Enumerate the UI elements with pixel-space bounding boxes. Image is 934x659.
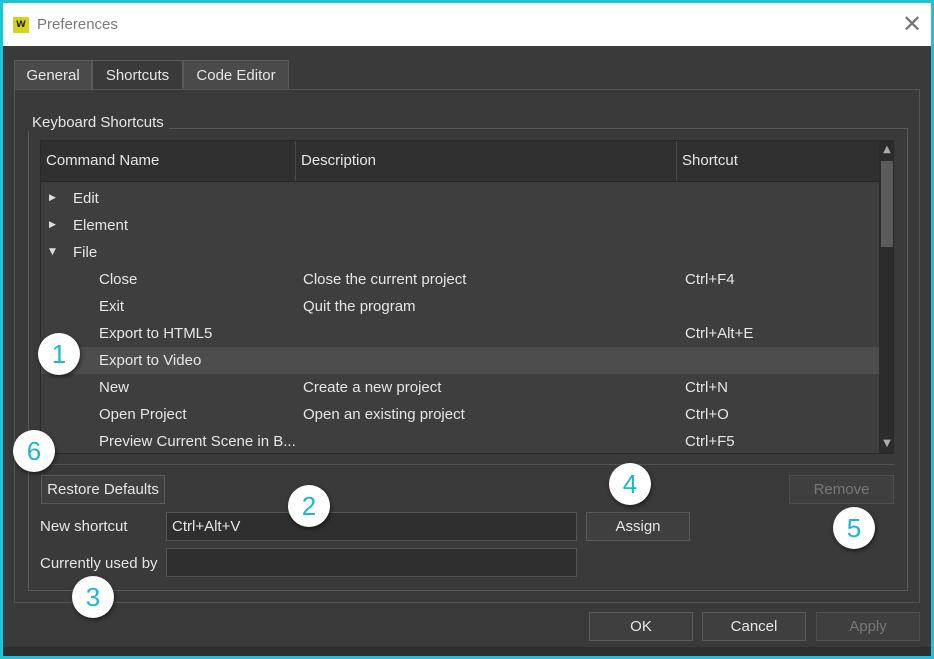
- command-name-cell: Export to Video: [99, 352, 202, 369]
- currently-used-by-field: [166, 548, 577, 577]
- command-name-cell: Element: [73, 217, 129, 234]
- command-name-cell: New: [99, 379, 130, 396]
- tab-code-editor[interactable]: Code Editor: [183, 60, 289, 90]
- description-cell: Close the current project: [303, 271, 467, 288]
- table-row[interactable]: Exit Quit the program: [41, 293, 879, 320]
- divider: [40, 464, 894, 465]
- callout-3: 3: [72, 576, 114, 618]
- shortcut-cell: Ctrl+N: [685, 379, 728, 396]
- currently-used-by-label: Currently used by: [40, 555, 158, 572]
- command-name-cell: Open Project: [99, 406, 187, 423]
- description-cell: Open an existing project: [303, 406, 465, 423]
- close-icon[interactable]: ✕: [897, 10, 927, 40]
- table-row[interactable]: ▼ File: [41, 239, 879, 266]
- shortcut-cell: Ctrl+Alt+E: [685, 325, 754, 342]
- table-row[interactable]: ▶ Element: [41, 212, 879, 239]
- scroll-down-icon[interactable]: ▼: [879, 437, 893, 451]
- shortcuts-table: Command Name Description Shortcut ▶ Edit ▶…: [40, 140, 894, 454]
- command-name-cell: Edit: [73, 190, 99, 207]
- app-logo-icon: W: [13, 17, 29, 33]
- cancel-button[interactable]: Cancel: [702, 612, 806, 641]
- callout-5: 5: [833, 507, 875, 549]
- table-row[interactable]: Open Project Open an existing project Ctrl…: [41, 401, 879, 428]
- tab-shortcuts[interactable]: Shortcuts: [92, 60, 183, 90]
- command-name-cell: Preview Current Scene in B...: [99, 433, 295, 450]
- table-header: Command Name Description Shortcut: [41, 141, 879, 182]
- ok-button[interactable]: OK: [589, 612, 693, 641]
- group-title: Keyboard Shortcuts: [27, 114, 169, 131]
- table-row[interactable]: Preview Current Scene in B... Ctrl+F5: [41, 428, 879, 453]
- new-shortcut-input[interactable]: [166, 512, 577, 541]
- table-row[interactable]: Export to Video: [41, 347, 879, 374]
- expand-arrow-right-icon[interactable]: ▶: [49, 185, 61, 212]
- new-shortcut-label: New shortcut: [40, 518, 128, 535]
- callout-2: 2: [288, 485, 330, 527]
- shortcut-cell: Ctrl+O: [685, 406, 729, 423]
- command-name-cell: Export to HTML5: [99, 325, 213, 342]
- callout-6: 6: [13, 430, 55, 472]
- callout-4: 4: [609, 463, 651, 505]
- column-header-shortcut[interactable]: Shortcut: [677, 141, 879, 181]
- table-row[interactable]: Close Close the current project Ctrl+F4: [41, 266, 879, 293]
- scroll-up-icon[interactable]: ▲: [879, 143, 893, 157]
- table-row[interactable]: New Create a new project Ctrl+N: [41, 374, 879, 401]
- assign-button[interactable]: Assign: [586, 512, 690, 541]
- command-name-cell: Exit: [99, 298, 125, 315]
- column-header-command[interactable]: Command Name: [41, 141, 296, 181]
- remove-button[interactable]: Remove: [789, 475, 894, 504]
- title-bar: W Preferences ✕: [3, 3, 931, 46]
- window-title: Preferences: [37, 16, 118, 33]
- command-name-cell: File: [73, 244, 98, 261]
- expand-arrow-right-icon[interactable]: ▶: [49, 212, 61, 239]
- vertical-scrollbar[interactable]: ▲ ▼: [879, 141, 893, 453]
- bottom-strip: [3, 647, 931, 656]
- description-cell: Create a new project: [303, 379, 442, 396]
- shortcut-cell: Ctrl+F4: [685, 271, 735, 288]
- preferences-window: W Preferences ✕ General Shortcuts Code E…: [3, 3, 931, 656]
- command-name-cell: Close: [99, 271, 138, 288]
- description-cell: Quit the program: [303, 298, 416, 315]
- tab-general[interactable]: General: [14, 60, 92, 90]
- shortcut-cell: Ctrl+F5: [685, 433, 735, 450]
- expand-arrow-down-icon[interactable]: ▼: [49, 239, 61, 266]
- scroll-thumb[interactable]: [881, 161, 893, 247]
- column-header-description[interactable]: Description: [296, 141, 677, 181]
- table-row[interactable]: Export to HTML5 Ctrl+Alt+E: [41, 320, 879, 347]
- callout-1: 1: [38, 333, 80, 375]
- table-row[interactable]: ▶ Edit: [41, 185, 879, 212]
- apply-button[interactable]: Apply: [816, 612, 920, 641]
- restore-defaults-button[interactable]: Restore Defaults: [41, 475, 165, 504]
